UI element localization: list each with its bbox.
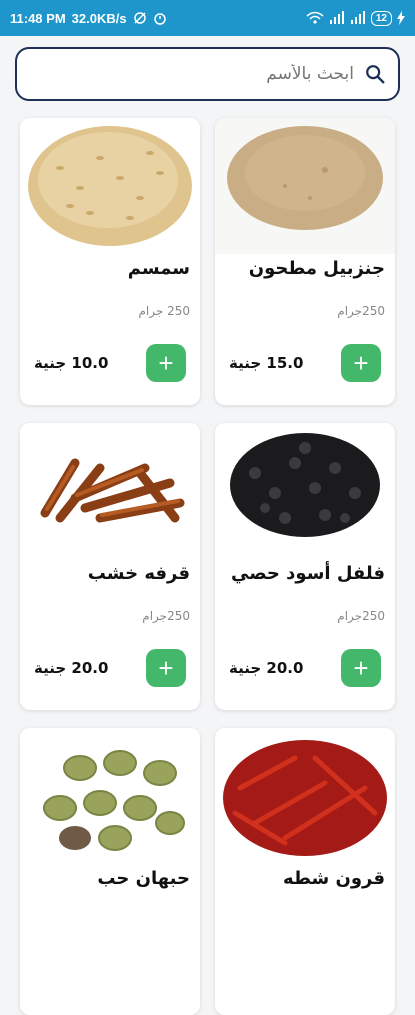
search-bar[interactable] [15, 47, 400, 101]
signal-icon-2 [350, 11, 366, 25]
product-card[interactable]: قرفه خشب 250جرام 20.0 جنية + [20, 423, 200, 710]
add-to-cart-button[interactable]: + [146, 344, 186, 382]
product-price: 10.0 جنية [34, 354, 109, 372]
red-chili-image [215, 728, 395, 864]
product-weight: 250 جرام [138, 304, 190, 318]
plus-icon: + [158, 652, 174, 683]
add-to-cart-button[interactable]: + [341, 649, 381, 687]
charging-icon [397, 11, 405, 25]
ginger-powder-image [215, 118, 395, 254]
add-to-cart-button[interactable]: + [146, 649, 186, 687]
status-right: 12 [306, 10, 405, 26]
nfc-icon [133, 11, 147, 25]
product-card[interactable]: فلفل أسود حصي 250جرام 20.0 جنية + [215, 423, 395, 710]
plus-icon: + [353, 652, 369, 683]
cardamom-image [20, 728, 200, 864]
product-weight: 250جرام [337, 609, 385, 623]
clock: 11:48 PM [10, 10, 66, 26]
black-pepper-image [215, 423, 395, 559]
search-input[interactable] [29, 48, 356, 100]
cinnamon-image [20, 423, 200, 559]
signal-icon [329, 11, 345, 25]
battery-indicator: 12 [370, 10, 392, 26]
product-weight: 250جرام [337, 304, 385, 318]
product-name: قرون شطه [283, 868, 385, 889]
product-weight: 250جرام [142, 609, 190, 623]
product-price: 20.0 جنية [229, 659, 304, 677]
product-name: حبهان حب [97, 868, 190, 889]
search-icon[interactable] [364, 63, 386, 85]
wifi-icon [306, 11, 324, 25]
product-price: 20.0 جنية [34, 659, 109, 677]
status-left: 11:48 PM 32.0KB/s [10, 11, 167, 26]
add-to-cart-button[interactable]: + [341, 344, 381, 382]
product-name: قرفه خشب [87, 563, 190, 584]
product-card[interactable]: قرون شطه [215, 728, 395, 1015]
status-bar: 11:48 PM 32.0KB/s 12 [0, 0, 415, 36]
product-price: 15.0 جنية [229, 354, 304, 372]
plus-icon: + [158, 347, 174, 378]
product-card[interactable]: سمسم 250 جرام 10.0 جنية + [20, 118, 200, 405]
network-speed: 32.0KB/s [71, 10, 127, 26]
alarm-icon [153, 11, 167, 25]
product-card[interactable]: جنزبيل مطحون 250جرام 15.0 جنية + [215, 118, 395, 405]
product-name: سمسم [127, 258, 190, 279]
product-card[interactable]: حبهان حب [20, 728, 200, 1015]
plus-icon: + [353, 347, 369, 378]
product-name: جنزبيل مطحون [248, 258, 385, 279]
sesame-image [20, 118, 200, 254]
product-name: فلفل أسود حصي [230, 563, 385, 584]
